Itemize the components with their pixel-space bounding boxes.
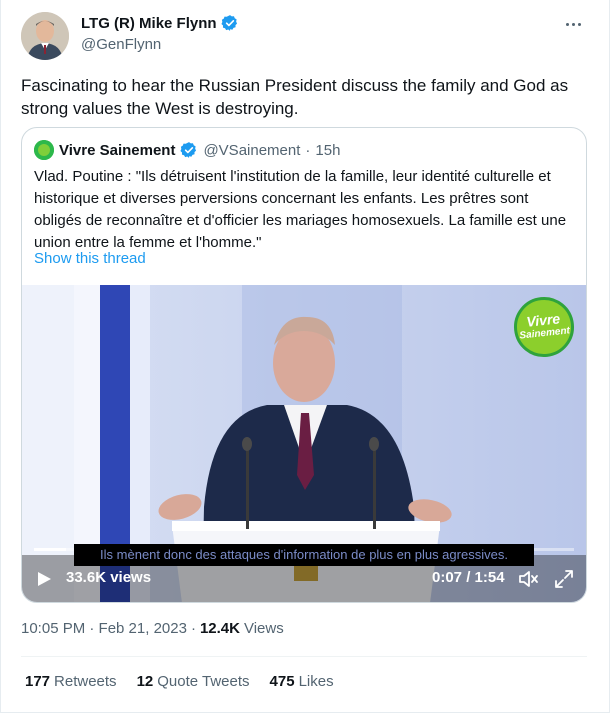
likes-stat[interactable]: 475 Likes bbox=[270, 673, 334, 690]
quoted-tweet[interactable]: Vivre Sainement @VSainement · 15h Vlad. … bbox=[21, 127, 587, 603]
tweet-card: LTG (R) Mike Flynn @GenFlynn Fascinating… bbox=[0, 0, 610, 713]
quote-display-name[interactable]: Vivre Sainement bbox=[59, 142, 175, 159]
quote-text: Vlad. Poutine : "Ils détruisent l'instit… bbox=[34, 168, 567, 251]
quote-separator: · bbox=[305, 141, 311, 159]
video-progress-fill bbox=[34, 548, 67, 551]
retweets-label: Retweets bbox=[54, 673, 117, 690]
tweet-meta: 10:05 PM · Feb 21, 2023 · 12.4K Views bbox=[21, 620, 284, 637]
quotes-stat[interactable]: 12 Quote Tweets bbox=[137, 673, 250, 690]
author-handle[interactable]: @GenFlynn bbox=[81, 36, 161, 53]
quote-avatar[interactable] bbox=[34, 140, 54, 160]
quote-time[interactable]: 15h bbox=[315, 142, 340, 159]
meta-separator: · bbox=[190, 620, 196, 637]
video-views: 33.6K views bbox=[66, 569, 152, 586]
tweet-timestamp[interactable]: 10:05 PM · Feb 21, 2023 bbox=[21, 620, 187, 637]
tweet-text: Fascinating to hear the Russian Presiden… bbox=[21, 76, 569, 118]
more-horizontal-icon[interactable] bbox=[561, 14, 585, 34]
retweets-stat[interactable]: 177 Retweets bbox=[25, 673, 117, 690]
quote-handle[interactable]: @VSainement bbox=[203, 142, 300, 159]
retweets-count: 177 bbox=[25, 673, 51, 690]
show-thread-link[interactable]: Show this thread bbox=[34, 250, 146, 267]
views-label: Views bbox=[243, 620, 284, 637]
video-player[interactable]: Vivre Sainement Ils mènent donc des atta… bbox=[22, 285, 586, 602]
author-avatar[interactable] bbox=[21, 12, 69, 60]
quote-header: Vivre Sainement @VSainement · 15h bbox=[34, 140, 340, 160]
verified-badge-icon bbox=[221, 15, 237, 31]
quotes-count: 12 bbox=[136, 673, 154, 690]
video-time: 0:07 / 1:54 bbox=[432, 569, 505, 586]
author-display-name[interactable]: LTG (R) Mike Flynn bbox=[81, 15, 217, 32]
quote-verified-badge-icon bbox=[180, 142, 197, 158]
likes-label: Likes bbox=[298, 673, 334, 690]
play-icon[interactable] bbox=[36, 571, 52, 587]
author-name-row: LTG (R) Mike Flynn bbox=[81, 14, 239, 32]
video-subtitle: Ils mènent donc des attaques d'informati… bbox=[74, 544, 534, 566]
views-count: 12.4K bbox=[199, 620, 240, 637]
volume-icon[interactable] bbox=[518, 569, 540, 589]
likes-count: 475 bbox=[269, 673, 295, 690]
quotes-label: Quote Tweets bbox=[157, 673, 250, 690]
tweet-stats: 177 Retweets 12 Quote Tweets 475 Likes bbox=[25, 673, 334, 690]
divider bbox=[21, 656, 587, 657]
fullscreen-icon[interactable] bbox=[554, 569, 574, 589]
